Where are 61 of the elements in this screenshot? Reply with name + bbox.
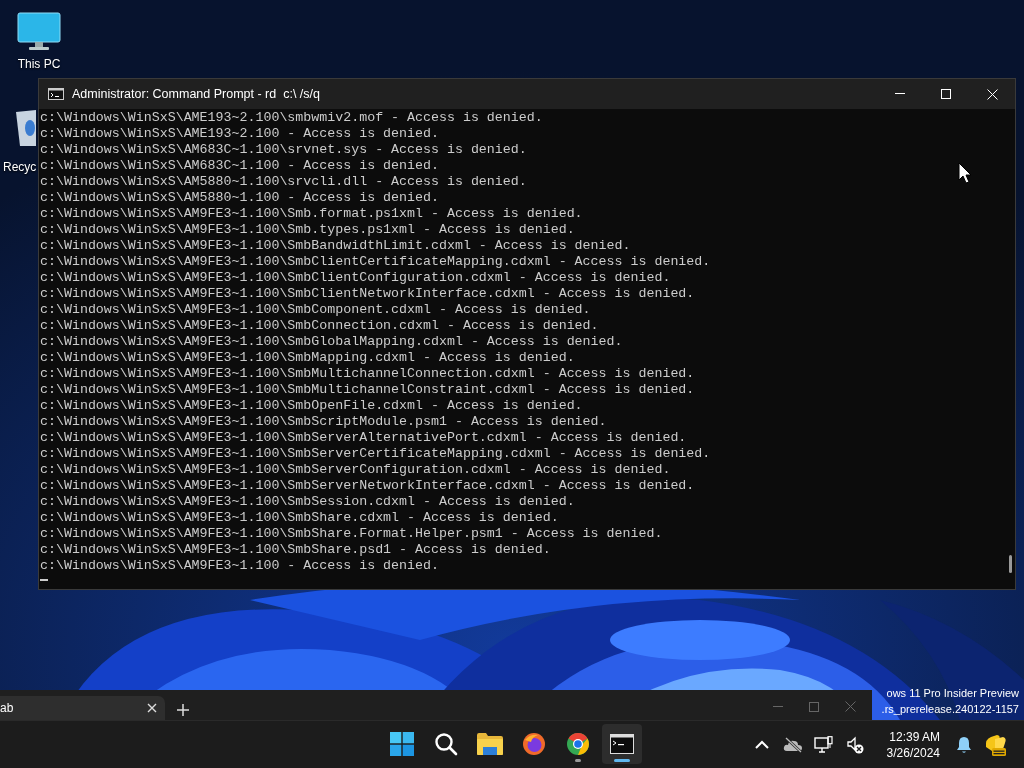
- console-line: c:\Windows\WinSxS\AM683C~1.100\srvnet.sys - Access is denied.: [40, 142, 527, 158]
- watermark-text: .rs_prerelease.240122-1157: [881, 702, 1019, 717]
- console-line: c:\Windows\WinSxS\AM9FE3~1.100\SmbClientCertificateMapping.cdxml - Access is denied.: [40, 254, 711, 270]
- console-line: c:\Windows\WinSxS\AM9FE3~1.100\SmbServerCertificateMapping.cdxml - Access is denied.: [40, 446, 711, 462]
- mouse-pointer-icon: [958, 162, 972, 184]
- chrome-icon: [566, 732, 590, 756]
- chevron-up-icon[interactable]: [755, 739, 770, 750]
- console-line: c:\Windows\WinSxS\AM9FE3~1.100\SmbShare.cdxml - Access is denied.: [40, 510, 559, 526]
- scrollbar-thumb[interactable]: [1008, 555, 1012, 573]
- volume-muted-icon[interactable]: [846, 735, 865, 754]
- plus-icon: [177, 704, 189, 716]
- maximize-icon: [941, 89, 951, 99]
- console-icon: [48, 88, 64, 100]
- console-line: c:\Windows\WinSxS\AM9FE3~1.100\SmbScriptModule.psm1 - Access is denied.: [40, 414, 607, 430]
- close-icon: [986, 88, 998, 100]
- desktop-icon-label[interactable]: Recyc: [3, 160, 37, 174]
- windows-logo-icon: [390, 732, 414, 756]
- maximize-icon[interactable]: [809, 701, 819, 712]
- console-line: c:\Windows\WinSxS\AM9FE3~1.100\SmbClientConfiguration.cdxml - Access is denied.: [40, 270, 671, 286]
- console-line: c:\Windows\WinSxS\AM9FE3~1.100\Smb.format.ps1xml - Access is denied.: [40, 206, 583, 222]
- console-line: c:\Windows\WinSxS\AM9FE3~1.100 - Access is denied.: [40, 558, 439, 574]
- console-line: c:\Windows\WinSxS\AM9FE3~1.100\SmbServerAlternativePort.cdxml - Access is denied.: [40, 430, 687, 446]
- console-line: c:\Windows\WinSxS\AM9FE3~1.100\SmbConnection.cdxml - Access is denied.: [40, 318, 599, 334]
- taskbar-button[interactable]: [602, 724, 642, 764]
- folder-icon: [477, 733, 503, 755]
- console-line: c:\Windows\WinSxS\AM683C~1.100 - Access is denied.: [40, 158, 439, 174]
- minimize-icon[interactable]: [773, 705, 783, 708]
- cloud-off-icon[interactable]: [783, 736, 804, 753]
- firefox-icon: [522, 732, 546, 756]
- console-line: c:\Windows\WinSxS\AM9FE3~1.100\SmbMultichannelConstraint.cdxml - Access is denied.: [40, 382, 695, 398]
- minimize-icon: [895, 93, 905, 95]
- console-line: c:\Windows\WinSxS\AM9FE3~1.100\SmbComponent.cdxml - Access is denied.: [40, 302, 591, 318]
- text-cursor: [40, 579, 48, 581]
- console-line: c:\Windows\WinSxS\AM9FE3~1.100\SmbShare.Format.Helper.psm1 - Access is denied.: [40, 526, 663, 542]
- console-line: c:\Windows\WinSxS\AM9FE3~1.100\SmbMultichannelConnection.cdxml - Access is denied.: [40, 366, 695, 382]
- console-line: c:\Windows\WinSxS\AM9FE3~1.100\SmbOpenFile.cdxml - Access is denied.: [40, 398, 583, 414]
- console-line: c:\Windows\WinSxS\AM9FE3~1.100\Smb.types.ps1xml - Access is denied.: [40, 222, 575, 238]
- watermark-text: ows 11 Pro Insider Preview: [886, 686, 1019, 701]
- clock[interactable]: 12:39 AM 3/26/2024: [878, 728, 948, 761]
- console-line: c:\Windows\WinSxS\AM9FE3~1.100\SmbClientNetworkInterface.cdxml - Access is denied.: [40, 286, 695, 302]
- bell-icon[interactable]: [955, 735, 972, 754]
- console-line: c:\Windows\WinSxS\AM9FE3~1.100\SmbGlobalMapping.cdxml - Access is denied.: [40, 334, 623, 350]
- browser-tab[interactable]: ab: [0, 696, 165, 720]
- console-icon: [610, 734, 634, 754]
- window-title: Administrator: Command Prompt - rd c:\ /s/q: [72, 87, 321, 101]
- new-tab-button[interactable]: [177, 704, 189, 716]
- console-line: c:\Windows\WinSxS\AM9FE3~1.100\SmbBandwidthLimit.cdxml - Access is denied.: [40, 238, 631, 254]
- desktop-icon-label[interactable]: This PC: [17, 57, 61, 71]
- network-icon[interactable]: [814, 735, 835, 754]
- monitor-icon: [17, 12, 61, 52]
- recycle-bin-icon: [14, 108, 36, 148]
- console-line: c:\Windows\WinSxS\AM9FE3~1.100\SmbServerNetworkInterface.cdxml - Access is denied.: [40, 478, 695, 494]
- console-line: c:\Windows\WinSxS\AM9FE3~1.100\SmbSession.cdxml - Access is denied.: [40, 494, 575, 510]
- console-line: c:\Windows\WinSxS\AME193~2.100\smbwmiv2.mof - Access is denied.: [40, 110, 543, 126]
- console-line: c:\Windows\WinSxS\AME193~2.100 - Access is denied.: [40, 126, 439, 142]
- console-line: c:\Windows\WinSxS\AM5880~1.100 - Access is denied.: [40, 190, 439, 206]
- search-icon: [434, 732, 458, 756]
- console-line: c:\Windows\WinSxS\AM9FE3~1.100\SmbMapping.cdxml - Access is denied.: [40, 350, 575, 366]
- console-line: c:\Windows\WinSxS\AM5880~1.100\srvcli.dll - Access is denied.: [40, 174, 527, 190]
- console-line: c:\Windows\WinSxS\AM9FE3~1.100\SmbServerConfiguration.cdxml - Access is denied.: [40, 462, 671, 478]
- console-line: c:\Windows\WinSxS\AM9FE3~1.100\SmbShare.psd1 - Access is denied.: [40, 542, 551, 558]
